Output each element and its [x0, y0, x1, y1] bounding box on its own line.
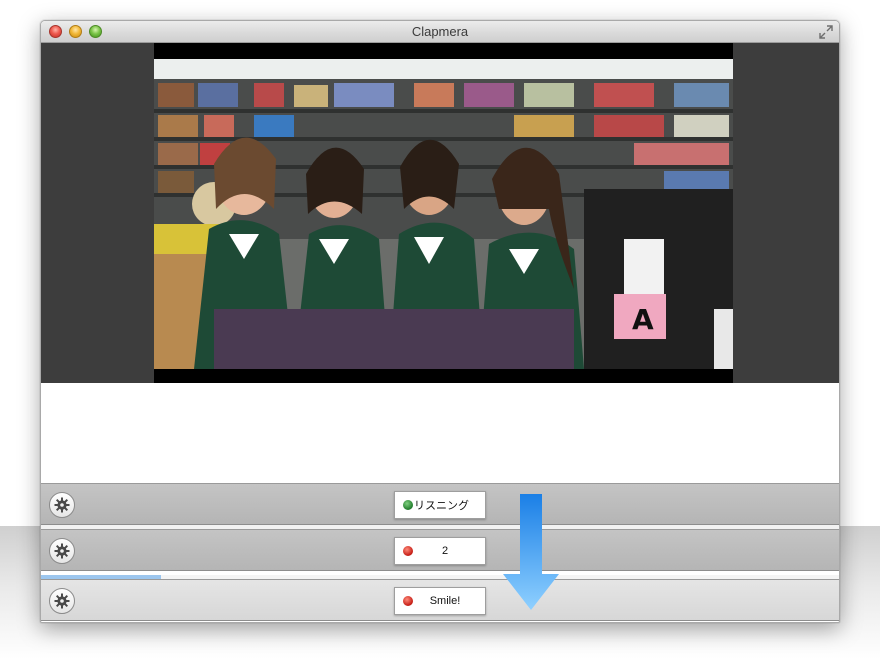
svg-text:A: A: [632, 303, 654, 336]
camera-preview-area: A: [41, 43, 839, 383]
app-window: Clapmera A リスニング 2 Smile!: [40, 20, 840, 623]
fullscreen-icon[interactable]: [819, 25, 833, 39]
status-indicator-icon: [403, 500, 413, 510]
settings-button[interactable]: [49, 492, 75, 518]
countdown-label: 2: [441, 545, 449, 557]
title-bar[interactable]: Clapmera: [41, 21, 839, 43]
gear-icon: [54, 543, 70, 559]
camera-preview-image: A: [154, 59, 733, 369]
status-indicator-icon: [403, 596, 413, 606]
settings-button[interactable]: [49, 588, 75, 614]
gear-icon: [54, 593, 70, 609]
status-button[interactable]: リスニング: [394, 491, 486, 519]
status-row: リスニング: [41, 483, 839, 525]
smile-row: Smile!: [41, 579, 839, 621]
status-indicator-icon: [403, 546, 413, 556]
smile-label: Smile!: [429, 595, 461, 607]
camera-preview-frame: A: [154, 43, 733, 383]
window-title: Clapmera: [411, 24, 469, 39]
status-label: リスニング: [414, 500, 469, 512]
settings-button[interactable]: [49, 538, 75, 564]
preview-blank-area: [41, 383, 839, 483]
gear-icon: [54, 497, 70, 513]
smile-button[interactable]: Smile!: [394, 587, 486, 615]
arrow-down-icon: [503, 494, 559, 610]
countdown-button[interactable]: 2: [394, 537, 486, 565]
countdown-row: 2: [41, 529, 839, 571]
